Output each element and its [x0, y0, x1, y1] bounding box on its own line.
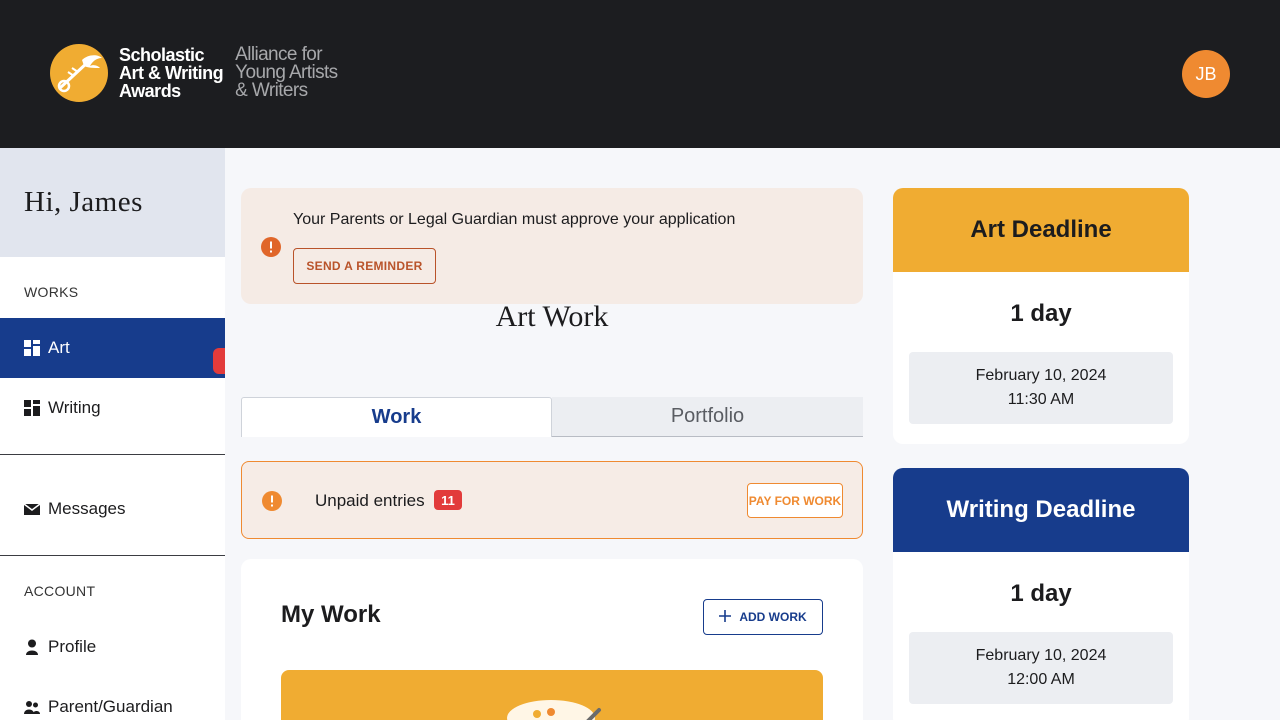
unpaid-entries-label: Unpaid entries	[315, 491, 425, 510]
greeting-text: Hi, James	[24, 186, 143, 218]
scholastic-logo[interactable]: Scholastic Art & Writing Awards Alliance…	[50, 44, 338, 102]
sidebar-item-label: Messages	[48, 499, 126, 518]
logo-primary-text: Scholastic Art & Writing Awards	[119, 45, 224, 101]
writing-deadline-datetime: February 10, 2024 12:00 AM	[909, 632, 1173, 704]
deadline-time: 11:30 AM	[1007, 391, 1075, 408]
art-deadline-card: Art Deadline 1 day February 10, 2024 11:…	[893, 188, 1189, 444]
writing-deadline-remaining: 1 day	[1010, 580, 1072, 607]
deadline-time: 12:00 AM	[1007, 671, 1075, 688]
grid-icon	[24, 340, 40, 356]
sidebar-item-art[interactable]: Art	[0, 318, 225, 378]
pay-for-work-button[interactable]: PAY FOR WORK	[747, 483, 843, 518]
sidebar-item-parent-guardian[interactable]: Parent/Guardian	[0, 677, 225, 720]
work-illustration	[281, 670, 823, 720]
person-icon	[24, 639, 40, 655]
deadline-date: February 10, 2024	[975, 647, 1107, 664]
page-title: Art Work	[495, 300, 609, 333]
grid-icon	[24, 400, 40, 416]
sidebar: Hi, James WORKS Art Writing Messages ACC…	[0, 148, 225, 720]
sidebar-item-profile[interactable]: Profile	[0, 617, 225, 677]
send-reminder-button[interactable]: SEND A REMINDER	[293, 248, 436, 284]
logo-secondary-text: Alliance for Young Artists & Writers	[235, 44, 338, 101]
sidebar-item-label: Profile	[48, 637, 97, 656]
sidebar-item-label: Writing	[48, 398, 101, 417]
people-icon	[24, 699, 40, 715]
sidebar-item-messages[interactable]: Messages	[0, 479, 225, 539]
sidebar-item-writing[interactable]: Writing	[0, 378, 225, 438]
guardian-approval-message: Your Parents or Legal Guardian must appr…	[293, 211, 736, 228]
sidebar-divider	[0, 555, 225, 556]
warning-icon	[262, 491, 282, 516]
greeting-panel: Hi, James	[0, 148, 225, 257]
writing-deadline-title: Writing Deadline	[893, 468, 1189, 552]
my-work-card: My Work ADD WORK	[241, 559, 863, 720]
unpaid-count-badge: 11	[434, 490, 462, 510]
unpaid-entries-banner: Unpaid entries 11 PAY FOR WORK	[241, 461, 863, 539]
tab-portfolio[interactable]: Portfolio	[552, 397, 863, 437]
add-work-label: ADD WORK	[739, 610, 807, 624]
art-deadline-remaining: 1 day	[1010, 300, 1072, 327]
sidebar-divider	[0, 454, 225, 455]
deadline-date: February 10, 2024	[975, 367, 1107, 384]
guardian-approval-banner: Your Parents or Legal Guardian must appr…	[241, 188, 863, 304]
writing-deadline-card: Writing Deadline 1 day February 10, 2024…	[893, 468, 1189, 720]
tab-work[interactable]: Work	[241, 397, 552, 437]
work-tabs: Work Portfolio	[241, 397, 863, 437]
warning-icon	[261, 237, 281, 262]
art-deadline-title: Art Deadline	[893, 188, 1189, 272]
logo-emblem-icon	[50, 44, 108, 102]
art-deadline-datetime: February 10, 2024 11:30 AM	[909, 352, 1173, 424]
sidebar-item-label: Art	[48, 338, 70, 357]
sidebar-item-label: Parent/Guardian	[48, 697, 173, 716]
works-section-label: WORKS	[24, 284, 79, 300]
top-header: Scholastic Art & Writing Awards Alliance…	[0, 0, 1280, 148]
add-work-button[interactable]: ADD WORK	[703, 599, 823, 635]
plus-icon	[719, 609, 732, 625]
messages-count-badge	[213, 348, 225, 374]
my-work-title: My Work	[281, 601, 381, 628]
account-section-label: ACCOUNT	[24, 583, 96, 599]
envelope-icon	[24, 501, 40, 517]
user-avatar[interactable]: JB	[1182, 50, 1230, 98]
palette-icon	[507, 700, 601, 720]
